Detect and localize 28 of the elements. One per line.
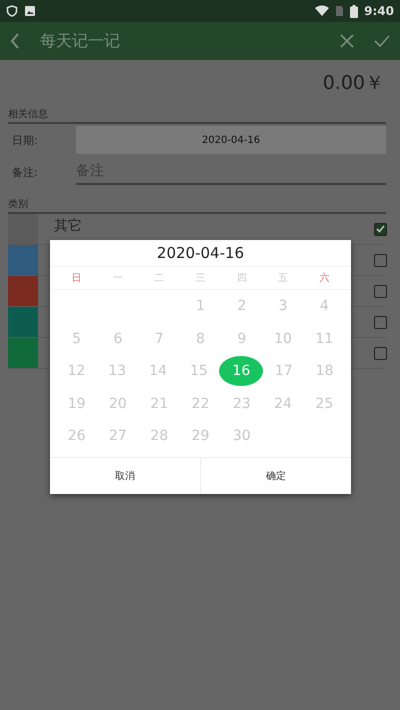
category-checkbox[interactable]: [374, 254, 387, 266]
dialog-button[interactable]: 取消: [50, 458, 200, 494]
calendar-day[interactable]: 16: [219, 356, 264, 386]
section-title: 类别: [8, 199, 28, 210]
note-label: 备注:: [12, 164, 39, 180]
check-icon[interactable]: [374, 35, 390, 47]
status-time: 9:40: [364, 4, 394, 18]
sim-icon: [335, 5, 344, 17]
date-field[interactable]: 2020-04-16: [76, 126, 386, 154]
close-icon[interactable]: [340, 34, 354, 48]
battery-icon: [350, 4, 358, 18]
category-checkbox[interactable]: [374, 316, 387, 328]
toolbar-title: 每天记一记: [40, 30, 121, 52]
shield-icon: [6, 5, 18, 17]
category-checkbox[interactable]: [374, 346, 387, 360]
weekday-label: 日: [70, 272, 83, 285]
category-name: 其它: [54, 218, 83, 234]
amount-text: 0.00￥: [322, 71, 384, 96]
section-title: 相关信息: [8, 109, 48, 120]
image-icon: [24, 5, 36, 17]
dialog-title: 2020-04-16: [156, 244, 244, 262]
back-icon[interactable]: [10, 33, 20, 49]
weekday-label: 六: [318, 272, 330, 285]
date-label: 日期:: [12, 132, 39, 148]
wifi-icon: [315, 5, 330, 17]
dialog-button[interactable]: 确定: [200, 458, 351, 494]
category-checkbox[interactable]: [374, 222, 387, 236]
category-checkbox[interactable]: [374, 284, 387, 298]
